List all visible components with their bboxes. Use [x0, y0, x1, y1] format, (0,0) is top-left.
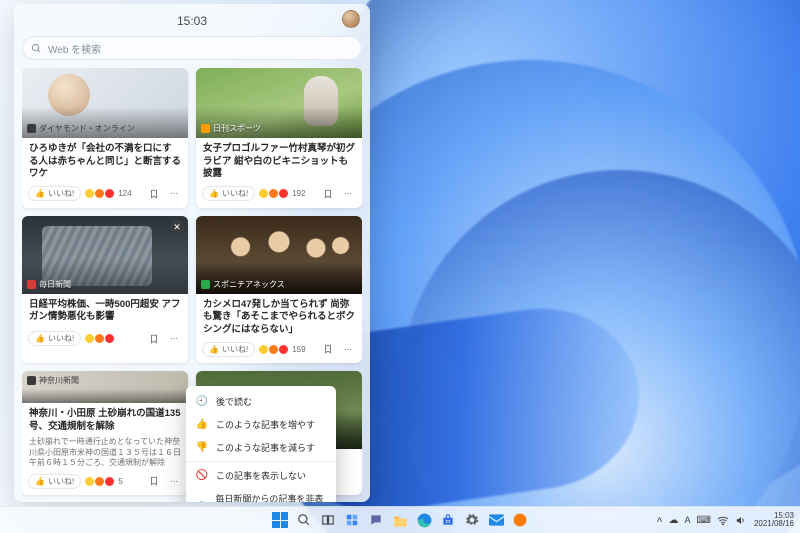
- card-title: 日経平均株価、一時500円超安 アフガン情勢悪化も影響: [22, 294, 188, 326]
- news-card[interactable]: ダイヤモンド・オンライン ひろゆきが「会社の不満を口にする人は赤ちゃんと同じ」と…: [22, 68, 188, 208]
- card-title: カシメロ47発しか当てられず 尚弥も驚き「あそこまでやられるとボクシングにはなら…: [196, 294, 362, 337]
- block-icon: 🚫: [196, 470, 208, 481]
- start-button[interactable]: [270, 510, 290, 530]
- card-subtitle: 土砂崩れで一時通行止めとなっていた神奈川県小田原市米神の国道１３５号は１６日午前…: [22, 435, 188, 468]
- search-icon[interactable]: [294, 510, 314, 530]
- menu-item-hide-source[interactable]: ◎毎日新聞からの記事を非表示: [186, 487, 336, 502]
- system-tray: ˄ ☁ A ⌨ 15:03 2021/08/16: [657, 512, 794, 529]
- news-card[interactable]: スポニチアネックス カシメロ47発しか当てられず 尚弥も驚き「あそこまでやられる…: [196, 216, 362, 364]
- card-thumbnail: スポニチアネックス: [196, 216, 362, 294]
- more-icon[interactable]: ⋯: [340, 186, 356, 202]
- thumbs-down-icon: 👎: [196, 442, 208, 453]
- card-source: ダイヤモンド・オンライン: [27, 123, 135, 134]
- card-context-menu: 🕘後で読む 👍このような記事を増やす 👎このような記事を減らす 🚫この記事を表示…: [186, 386, 336, 502]
- bookmark-icon[interactable]: [320, 341, 336, 357]
- widgets-panel: 15:03 Web を検索 ダイヤモンド・オンライン ひろゆきが「会社の不満を口…: [14, 4, 370, 502]
- wifi-icon[interactable]: [717, 515, 729, 526]
- like-button[interactable]: 👍いいね!: [28, 474, 81, 489]
- more-icon[interactable]: ⋯: [166, 186, 182, 202]
- bookmark-icon[interactable]: [146, 186, 162, 202]
- chevron-up-icon[interactable]: ˄: [657, 515, 663, 526]
- bookmark-icon[interactable]: [146, 473, 162, 489]
- card-source: 毎日新聞: [27, 279, 71, 290]
- more-icon[interactable]: ⋯: [166, 331, 182, 347]
- card-thumbnail: ✕ 毎日新聞: [22, 216, 188, 294]
- taskbar-center: [270, 510, 530, 530]
- card-thumbnail: 日刊スポーツ: [196, 68, 362, 138]
- reactions[interactable]: 192: [259, 189, 305, 198]
- user-avatar[interactable]: [342, 10, 360, 28]
- bookmark-icon[interactable]: [146, 331, 162, 347]
- news-card[interactable]: ✕ 毎日新聞 日経平均株価、一時500円超安 アフガン情勢悪化も影響 👍いいね!…: [22, 216, 188, 364]
- card-title: 神奈川・小田原 土砂崩れの国道135号、交通規制を解除: [22, 403, 188, 435]
- card-thumbnail: ダイヤモンド・オンライン: [22, 68, 188, 138]
- volume-icon[interactable]: [735, 515, 746, 526]
- app-icon[interactable]: [510, 510, 530, 530]
- taskbar: ˄ ☁ A ⌨ 15:03 2021/08/16: [0, 506, 800, 533]
- reactions[interactable]: 159: [259, 345, 305, 354]
- widgets-icon[interactable]: [342, 510, 362, 530]
- card-title: ひろゆきが「会社の不満を口にする人は赤ちゃんと同じ」と断言するワケ: [22, 138, 188, 181]
- file-explorer-icon[interactable]: [390, 510, 410, 530]
- card-source: スポニチアネックス: [201, 279, 285, 290]
- more-icon[interactable]: ⋯: [340, 341, 356, 357]
- menu-item-hide-story[interactable]: 🚫この記事を表示しない: [186, 464, 336, 487]
- like-button[interactable]: 👍いいね!: [202, 342, 255, 357]
- search-icon: [31, 43, 42, 54]
- card-source: 神奈川新聞: [27, 375, 79, 386]
- more-icon[interactable]: ⋯: [166, 473, 182, 489]
- reactions[interactable]: [85, 334, 114, 343]
- settings-icon[interactable]: [462, 510, 482, 530]
- chat-icon[interactable]: [366, 510, 386, 530]
- taskbar-clock[interactable]: 15:03 2021/08/16: [754, 512, 794, 529]
- onedrive-icon[interactable]: ☁: [669, 515, 679, 526]
- edge-icon[interactable]: [414, 510, 434, 530]
- like-button[interactable]: 👍いいね!: [28, 186, 81, 201]
- news-card[interactable]: 神奈川新聞 神奈川・小田原 土砂崩れの国道135号、交通規制を解除 土砂崩れで一…: [22, 371, 188, 495]
- menu-item-read-later[interactable]: 🕘後で読む: [186, 390, 336, 413]
- menu-item-fewer-like-this[interactable]: 👎このような記事を減らす: [186, 436, 336, 459]
- menu-item-more-like-this[interactable]: 👍このような記事を増やす: [186, 413, 336, 436]
- search-box[interactable]: Web を検索: [22, 36, 362, 60]
- bookmark-icon[interactable]: [320, 186, 336, 202]
- bookmark-icon: 🕘: [196, 396, 208, 407]
- eye-off-icon: ◎: [196, 500, 207, 503]
- task-view-icon[interactable]: [318, 510, 338, 530]
- like-button[interactable]: 👍いいね!: [202, 186, 255, 201]
- store-icon[interactable]: [438, 510, 458, 530]
- mail-icon[interactable]: [486, 510, 506, 530]
- card-title: 女子プロゴルファー竹村真琴が初グラビア 紺や白のビキニショットも披露: [196, 138, 362, 181]
- reactions[interactable]: 124: [85, 189, 131, 198]
- like-button[interactable]: 👍いいね!: [28, 331, 81, 346]
- input-icon[interactable]: ⌨: [697, 515, 711, 526]
- ime-indicator[interactable]: A: [685, 515, 691, 526]
- thumbs-up-icon: 👍: [196, 419, 208, 430]
- card-source: 日刊スポーツ: [201, 123, 261, 134]
- search-placeholder: Web を検索: [48, 41, 101, 56]
- news-card[interactable]: 日刊スポーツ 女子プロゴルファー竹村真琴が初グラビア 紺や白のビキニショットも披…: [196, 68, 362, 208]
- card-thumbnail: 神奈川新聞: [22, 371, 188, 403]
- dismiss-card-icon[interactable]: ✕: [170, 220, 184, 234]
- reactions[interactable]: 5: [85, 477, 122, 486]
- widgets-clock: 15:03: [177, 14, 207, 28]
